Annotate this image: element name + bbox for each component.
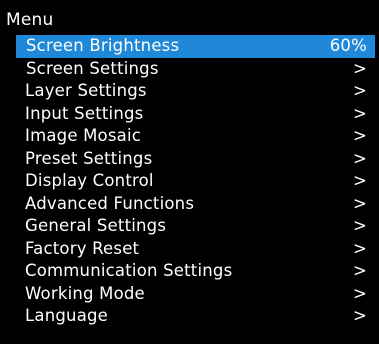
menu-item-screen-settings[interactable]: Screen Settings >	[16, 58, 375, 81]
menu-item-language[interactable]: Language >	[16, 305, 375, 328]
chevron-right-icon: >	[352, 81, 367, 100]
menu-item-preset-settings[interactable]: Preset Settings >	[16, 148, 375, 171]
menu-item-working-mode[interactable]: Working Mode >	[16, 283, 375, 306]
brightness-value: 60%	[329, 36, 367, 55]
menu-item-label: Factory Reset	[25, 238, 140, 258]
menu-item-label: Display Control	[25, 171, 154, 190]
chevron-right-icon: >	[352, 103, 367, 123]
menu-item-label: Screen Brightness	[26, 36, 180, 55]
chevron-right-icon: >	[352, 171, 367, 190]
menu-item-communication-settings[interactable]: Communication Settings >	[16, 260, 375, 283]
chevron-right-icon: >	[352, 261, 367, 280]
chevron-right-icon: >	[352, 193, 367, 213]
menu-list: Screen Brightness 60% Screen Settings > …	[16, 35, 375, 328]
menu-item-label: Preset Settings	[25, 148, 153, 168]
chevron-right-icon: >	[352, 283, 367, 303]
chevron-right-icon: >	[352, 126, 367, 145]
menu-item-label: Screen Settings	[26, 58, 159, 78]
osd-menu-panel: Menu Screen Brightness 60% Screen Settin…	[0, 0, 379, 344]
menu-item-input-settings[interactable]: Input Settings >	[16, 103, 375, 126]
menu-item-general-settings[interactable]: General Settings >	[16, 215, 375, 238]
menu-item-label: Input Settings	[25, 103, 144, 123]
menu-item-label: Layer Settings	[25, 81, 147, 100]
menu-title: Menu	[6, 10, 54, 30]
menu-item-factory-reset[interactable]: Factory Reset >	[16, 238, 375, 261]
menu-item-label: Image Mosaic	[25, 126, 142, 145]
menu-item-label: Language	[25, 306, 109, 325]
menu-item-screen-brightness[interactable]: Screen Brightness 60%	[16, 35, 375, 58]
chevron-right-icon: >	[352, 306, 367, 325]
menu-item-display-control[interactable]: Display Control >	[16, 170, 375, 193]
chevron-right-icon: >	[352, 148, 367, 168]
menu-item-label: Advanced Functions	[25, 193, 195, 213]
chevron-right-icon: >	[352, 238, 367, 258]
menu-item-label: Working Mode	[25, 283, 145, 303]
menu-item-image-mosaic[interactable]: Image Mosaic >	[16, 125, 375, 148]
menu-item-label: Communication Settings	[25, 261, 233, 280]
menu-item-label: General Settings	[25, 216, 167, 235]
menu-item-advanced-functions[interactable]: Advanced Functions >	[16, 193, 375, 216]
chevron-right-icon: >	[352, 216, 367, 235]
menu-item-layer-settings[interactable]: Layer Settings >	[16, 80, 375, 103]
chevron-right-icon: >	[352, 58, 367, 78]
